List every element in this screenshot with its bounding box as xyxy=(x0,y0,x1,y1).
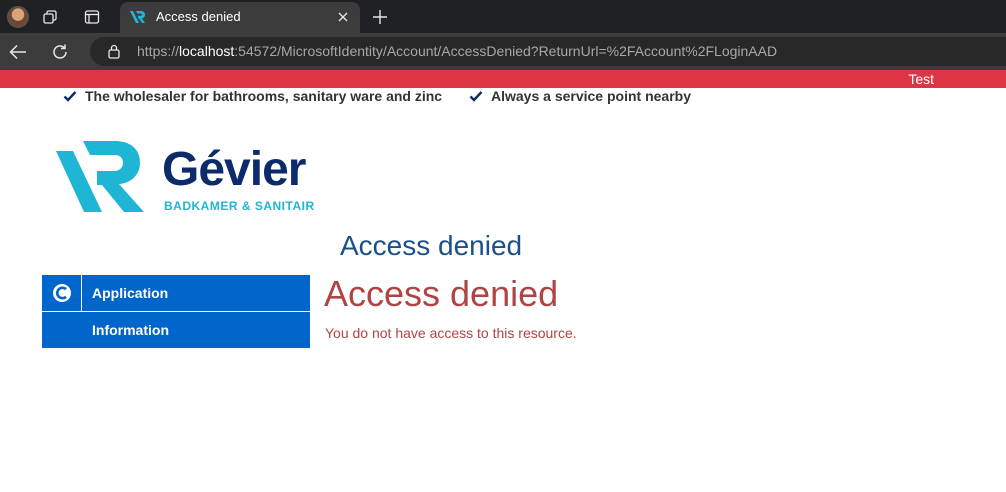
browser-tab-strip: Access denied xyxy=(0,0,1006,33)
back-button[interactable] xyxy=(0,33,36,70)
brand-name: Gévier xyxy=(162,143,306,196)
lock-icon[interactable] xyxy=(108,44,120,59)
application-icon xyxy=(52,284,71,302)
url-text[interactable]: https://localhost:54572/MicrosoftIdentit… xyxy=(137,43,777,59)
sidebar-menu: Application Information xyxy=(42,274,310,349)
usp-item: Always a service point nearby xyxy=(469,88,691,104)
active-tab[interactable]: Access denied xyxy=(120,2,360,33)
error-message: You do not have access to this resource. xyxy=(325,325,577,341)
url-path: :54572/MicrosoftIdentity/Account/AccessD… xyxy=(234,43,778,59)
company-logo[interactable]: Gévier BADKAMER & SANITAIR xyxy=(56,136,326,216)
new-tab-icon xyxy=(373,9,387,24)
url-scheme: https:// xyxy=(137,43,180,59)
refresh-icon xyxy=(53,44,67,59)
close-tab-button[interactable] xyxy=(334,8,352,26)
sidebar-item-label: Information xyxy=(92,322,169,338)
close-icon xyxy=(338,12,348,22)
nav-icon-cell xyxy=(42,274,82,312)
address-bar[interactable]: https://localhost:54572/MicrosoftIdentit… xyxy=(90,37,1006,66)
profile-avatar xyxy=(7,5,29,28)
usp-item: The wholesaler for bathrooms, sanitary w… xyxy=(63,88,442,104)
usp-text: The wholesaler for bathrooms, sanitary w… xyxy=(85,88,443,104)
profile-button[interactable] xyxy=(0,0,36,33)
sidebar-item-information[interactable]: Information xyxy=(42,312,310,349)
logo-mark xyxy=(56,141,144,212)
tab-title: Access denied xyxy=(156,9,241,24)
new-tab-button[interactable] xyxy=(362,0,398,33)
refresh-button[interactable] xyxy=(42,33,78,70)
environment-label: Test xyxy=(908,71,934,87)
site-favicon xyxy=(130,11,145,23)
checkmark-icon xyxy=(469,91,483,102)
environment-banner: Test xyxy=(0,70,1006,88)
page-title: Access denied xyxy=(340,230,523,261)
usp-text: Always a service point nearby xyxy=(491,88,691,104)
nav-icon-cell xyxy=(42,312,82,349)
sidebar-item-application[interactable]: Application xyxy=(42,274,310,312)
tab-actions-button[interactable] xyxy=(74,0,110,33)
sidebar-item-label: Application xyxy=(92,285,169,301)
back-icon xyxy=(9,44,26,59)
workspaces-button[interactable] xyxy=(32,0,68,33)
brand-tagline: BADKAMER & SANITAIR xyxy=(164,199,315,213)
workspaces-icon xyxy=(43,9,57,24)
checkmark-icon xyxy=(63,91,77,102)
browser-toolbar: https://localhost:54572/MicrosoftIdentit… xyxy=(0,33,1006,70)
url-host: localhost xyxy=(179,43,235,59)
error-title: Access denied xyxy=(324,273,559,314)
tab-actions-icon xyxy=(84,9,100,24)
